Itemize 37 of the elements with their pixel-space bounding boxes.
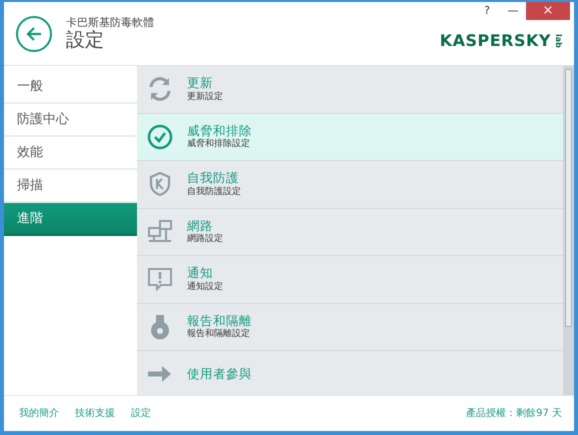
item-subtitle: 威脅和排除設定 xyxy=(187,139,251,151)
close-button[interactable]: × xyxy=(526,2,570,20)
window-title: 設定 xyxy=(66,28,105,52)
footer-link[interactable]: 設定 xyxy=(131,406,151,421)
license-status: 產品授權：剩餘97 天 xyxy=(466,406,562,421)
item-subtitle: 自我防護設定 xyxy=(187,186,241,198)
settings-item[interactable]: 威脅和排除 威脅和排除設定 xyxy=(137,114,563,161)
message-alert-icon xyxy=(147,266,173,292)
item-title: 通知 xyxy=(187,265,214,282)
shield-icon xyxy=(147,171,173,198)
logo: KASPERSKY lab xyxy=(440,30,564,52)
footer-link[interactable]: 技術支援 xyxy=(75,406,115,421)
help-button[interactable]: ? xyxy=(474,2,500,20)
settings-item[interactable]: 網路 網路設定 xyxy=(137,208,563,256)
refresh-icon xyxy=(147,76,173,102)
scrollbar[interactable] xyxy=(563,66,574,395)
item-title: 威脅和排除 xyxy=(187,122,252,138)
item-title: 使用者參與 xyxy=(187,366,252,382)
item-subtitle: 通知設定 xyxy=(187,282,223,294)
minimize-button[interactable]: — xyxy=(500,2,526,20)
item-subtitle: 更新設定 xyxy=(187,92,223,104)
sidebar-item[interactable]: 進階 xyxy=(4,203,137,236)
settings-item[interactable]: 自我防護 自我防護設定 xyxy=(137,161,563,208)
back-arrow-icon xyxy=(26,26,42,40)
settings-item[interactable]: 通知 通知設定 xyxy=(137,256,563,304)
item-title: 更新 xyxy=(187,75,214,92)
item-subtitle: 網路設定 xyxy=(187,234,223,246)
app-name: 卡巴斯基防毒軟體 xyxy=(66,16,154,29)
item-title: 自我防護 xyxy=(187,170,240,186)
item-title: 報告和隔離 xyxy=(187,312,252,328)
footer-link[interactable]: 我的簡介 xyxy=(19,406,59,421)
settings-item[interactable]: 報告和隔離 報告和隔離設定 xyxy=(137,304,563,351)
network-icon xyxy=(147,218,173,245)
item-subtitle: 報告和隔離設定 xyxy=(187,329,251,341)
check-circle-icon xyxy=(147,124,173,150)
back-button[interactable] xyxy=(16,16,52,52)
item-title: 網路 xyxy=(187,218,214,234)
